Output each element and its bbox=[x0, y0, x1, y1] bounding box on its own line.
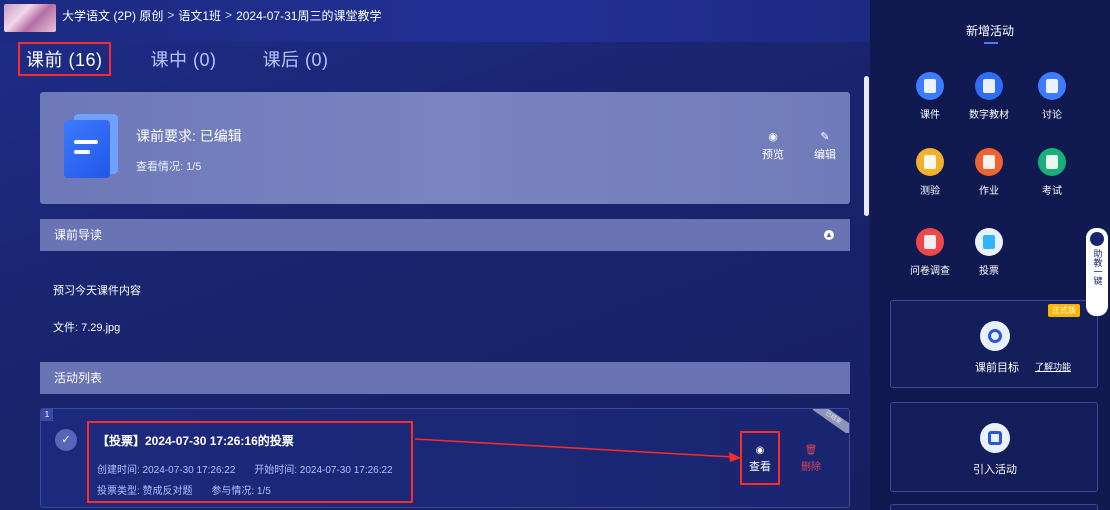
breadcrumb-class[interactable]: 语文1班 bbox=[178, 7, 221, 24]
guide-section-label: 课前导读 bbox=[54, 228, 103, 242]
course-cover-image bbox=[4, 4, 56, 32]
tool-discussion[interactable]: 讨论 bbox=[1022, 72, 1082, 121]
activity-info-highlight: 【投票】2024-07-30 17:26:16的投票 创建时间: 2024-07… bbox=[87, 421, 413, 503]
tool-label: 作业 bbox=[979, 186, 999, 197]
vote-icon: ✓ bbox=[55, 429, 77, 451]
document-icon bbox=[64, 114, 118, 178]
activity-list-header: 活动列表 bbox=[40, 362, 850, 394]
tab-pre-class[interactable]: 课前 (16) bbox=[18, 42, 111, 76]
tab-in-class[interactable]: 课中 (0) bbox=[145, 42, 223, 76]
breadcrumb: 大学语文 (2P) 原创 > 语文1班 > 2024-07-31周三的课堂教学 bbox=[62, 7, 381, 24]
breadcrumb-separator: > bbox=[225, 8, 233, 22]
activity-index: 1 bbox=[41, 409, 53, 421]
import-activity-card[interactable]: 引入活动 bbox=[890, 402, 1098, 492]
tool-courseware[interactable]: 课件 bbox=[900, 72, 960, 121]
edit-label: 编辑 bbox=[814, 149, 836, 161]
exam-icon bbox=[1038, 148, 1066, 176]
import-label: 引入活动 bbox=[973, 464, 1017, 476]
next-card bbox=[890, 504, 1098, 510]
activity-title[interactable]: 【投票】2024-07-30 17:26:16的投票 bbox=[97, 432, 294, 449]
requirement-card: 课前要求: 已编辑 查看情况: 1/5 ◉ 预览 ✎ 编辑 bbox=[40, 92, 850, 204]
courseware-icon bbox=[916, 72, 944, 100]
breadcrumb-separator: > bbox=[167, 8, 175, 22]
eye-icon: ◉ bbox=[768, 131, 778, 143]
activity-item: 1 ✓ 【投票】2024-07-30 17:26:16的投票 创建时间: 202… bbox=[40, 408, 850, 508]
target-icon bbox=[980, 321, 1010, 351]
tool-digital-textbook[interactable]: 数字教材 bbox=[959, 72, 1019, 121]
tool-quiz[interactable]: 测验 bbox=[900, 148, 960, 197]
activity-participation: 参与情况: 1/5 bbox=[211, 486, 271, 497]
assistant-widget[interactable]: 助教一键 bbox=[1086, 228, 1108, 316]
eye-icon: ◉ bbox=[755, 445, 765, 456]
view-button[interactable]: ◉ 查看 bbox=[740, 431, 780, 485]
status-ribbon-label: 已结束 bbox=[813, 409, 849, 433]
requirement-title: 课前要求: 已编辑 bbox=[136, 128, 242, 144]
sidebar-title: 新增活动 bbox=[870, 22, 1110, 44]
tool-homework[interactable]: 作业 bbox=[959, 148, 1019, 197]
requirement-view-status: 查看情况: 1/5 bbox=[136, 161, 202, 173]
assistant-label: 助教一键 bbox=[1092, 249, 1103, 285]
pencil-icon: ✎ bbox=[820, 131, 830, 143]
delete-button[interactable]: 🗑 删除 bbox=[801, 445, 821, 473]
activity-stats: 投票类型: 赞成反对题 参与情况: 1/5 bbox=[97, 482, 287, 497]
homework-icon bbox=[975, 148, 1003, 176]
discussion-icon bbox=[1038, 72, 1066, 100]
view-label: 查看 bbox=[749, 461, 771, 473]
guide-content: 预习今天课件内容 bbox=[53, 285, 141, 297]
activity-created-time: 创建时间: 2024-07-30 17:26:22 bbox=[97, 465, 236, 476]
vote-icon bbox=[975, 228, 1003, 256]
official-version-badge: 正式版 bbox=[1048, 304, 1080, 317]
preview-button[interactable]: ◉ 预览 bbox=[762, 130, 784, 162]
tool-label: 测验 bbox=[920, 186, 940, 197]
activity-start-time: 开始时间: 2024-07-30 17:26:22 bbox=[254, 465, 393, 476]
digital-textbook-icon bbox=[975, 72, 1003, 100]
activity-times: 创建时间: 2024-07-30 17:26:22 开始时间: 2024-07-… bbox=[97, 461, 409, 476]
preview-label: 预览 bbox=[762, 149, 784, 161]
tool-label: 课件 bbox=[920, 110, 940, 121]
tool-survey[interactable]: 问卷调查 bbox=[900, 228, 960, 277]
tool-exam[interactable]: 考试 bbox=[1022, 148, 1082, 197]
quiz-icon bbox=[916, 148, 944, 176]
tab-post-class[interactable]: 课后 (0) bbox=[257, 42, 335, 76]
activity-vote-type: 投票类型: 赞成反对题 bbox=[97, 486, 193, 497]
tool-label: 讨论 bbox=[1042, 110, 1062, 121]
import-icon bbox=[980, 423, 1010, 453]
trash-icon: 🗑 bbox=[804, 445, 818, 456]
guide-section-header[interactable]: 课前导读 ▲ bbox=[40, 219, 850, 251]
header-bar: 大学语文 (2P) 原创 > 语文1班 > 2024-07-31周三的课堂教学 bbox=[0, 0, 870, 42]
tool-label: 投票 bbox=[979, 266, 999, 277]
main-panel: 大学语文 (2P) 原创 > 语文1班 > 2024-07-31周三的课堂教学 … bbox=[0, 0, 870, 510]
tool-vote[interactable]: 投票 bbox=[959, 228, 1019, 277]
guide-file-link[interactable]: 文件: 7.29.jpg bbox=[53, 319, 120, 335]
annotation-arrow bbox=[415, 438, 741, 462]
scrollbar-thumb[interactable] bbox=[864, 76, 869, 216]
status-ribbon: 已结束 bbox=[813, 409, 849, 433]
breadcrumb-lesson: 2024-07-31周三的课堂教学 bbox=[236, 8, 382, 23]
chevron-up-icon[interactable]: ▲ bbox=[824, 230, 834, 240]
learn-feature-link[interactable]: 了解功能 bbox=[1035, 360, 1071, 373]
add-activity-sidebar: 新增活动 课件 数字教材 讨论 测验 作业 考试 问卷调查 投票 课前目标 了解… bbox=[870, 0, 1110, 510]
tool-label: 考试 bbox=[1042, 186, 1062, 197]
breadcrumb-course[interactable]: 大学语文 (2P) 原创 bbox=[62, 7, 163, 24]
edit-button[interactable]: ✎ 编辑 bbox=[814, 130, 836, 162]
stage-tabs: 课前 (16) 课中 (0) 课后 (0) bbox=[18, 42, 369, 76]
survey-icon bbox=[916, 228, 944, 256]
robot-icon bbox=[1090, 232, 1104, 246]
goal-label: 课前目标 bbox=[975, 362, 1019, 374]
tool-label: 问卷调查 bbox=[910, 266, 950, 277]
tool-label: 数字教材 bbox=[969, 110, 1009, 121]
activity-list-label: 活动列表 bbox=[54, 371, 103, 385]
delete-label: 删除 bbox=[801, 462, 821, 473]
